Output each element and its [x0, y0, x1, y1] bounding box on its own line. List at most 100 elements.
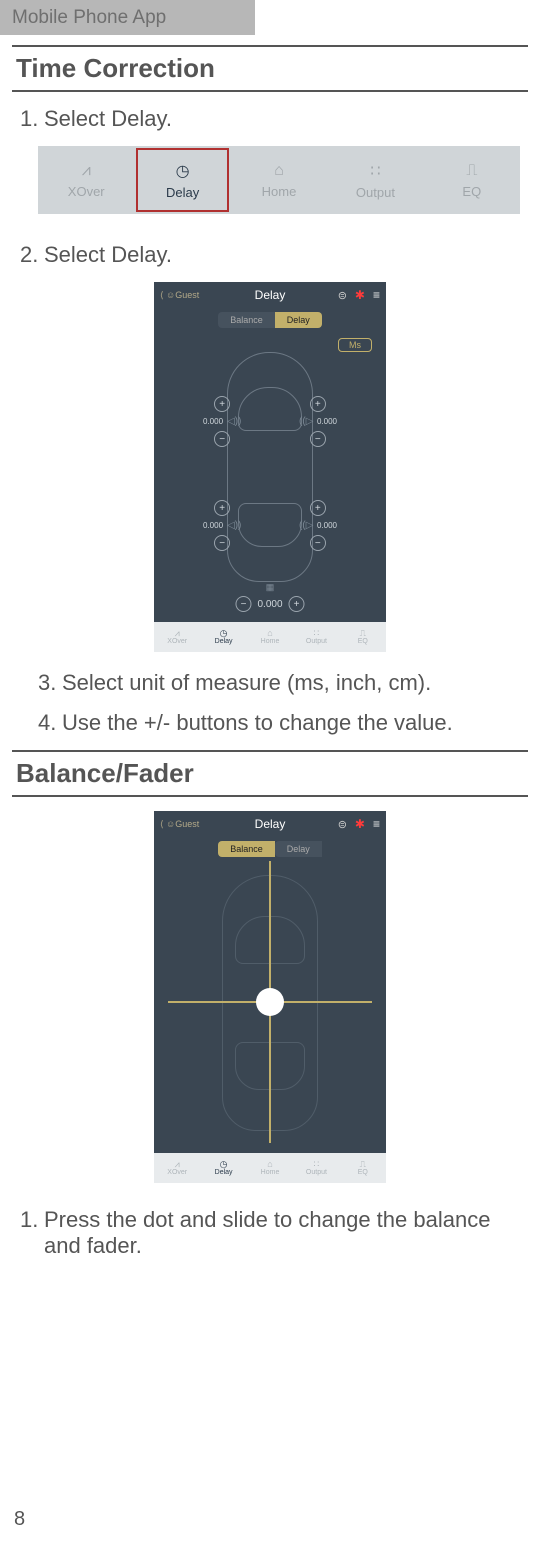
step-text: Select Delay. — [44, 242, 520, 268]
plus-button[interactable]: + — [214, 396, 230, 412]
pill-delay[interactable]: Delay — [275, 312, 322, 328]
speaker-icon: ◁)) — [227, 416, 241, 427]
tab-label: Output — [356, 185, 395, 200]
pill-delay[interactable]: Delay — [275, 841, 322, 857]
minus-button[interactable]: − — [310, 431, 326, 447]
waveform-icon: ⩘ — [175, 1160, 180, 1169]
speaker-icon: ◁)) — [227, 520, 241, 531]
step-text: Press the dot and slide to change the ba… — [44, 1207, 520, 1259]
speaker-rear-right: + ◁)) 0.000 − — [299, 500, 337, 551]
balance-fader-pad[interactable] — [168, 861, 372, 1143]
nav-label: Home — [261, 638, 280, 645]
nav-delay[interactable]: ◷Delay — [200, 622, 246, 652]
sliders-icon: ⎍ — [466, 162, 477, 180]
unit-button[interactable]: Ms — [338, 338, 372, 352]
tab-delay[interactable]: ◷ Delay — [134, 146, 230, 214]
step-text: Select Delay. — [44, 106, 520, 132]
nav-delay[interactable]: ◷Delay — [200, 1153, 246, 1183]
minus-button[interactable]: − — [235, 596, 251, 612]
waveform-icon: ⩘ — [82, 162, 91, 180]
speaker-icon: ◁)) — [299, 416, 313, 427]
back-button[interactable]: ⟨ ☺ Guest — [160, 290, 199, 301]
globe-icon[interactable]: ⊜ — [338, 818, 347, 831]
step-balance-1: 1. Press the dot and slide to change the… — [20, 1207, 520, 1259]
app-bottom-nav: ⩘XOver ◷Delay ⌂Home ∷Output ⎍EQ — [154, 1153, 386, 1183]
delay-value: 0.000 — [203, 417, 223, 426]
car-diagram-area: + 0.000 ◁)) − + ◁)) 0.000 − + 0.000 ◁)) … — [205, 352, 335, 612]
pill-balance[interactable]: Balance — [218, 841, 275, 857]
speaker-front-right: + ◁)) 0.000 − — [299, 396, 337, 447]
nav-xover[interactable]: ⩘XOver — [154, 1153, 200, 1183]
app-title: Delay — [255, 817, 286, 831]
nav-label: Output — [306, 638, 327, 645]
home-icon: ⌂ — [267, 1160, 272, 1169]
nav-xover[interactable]: ⩘XOver — [154, 622, 200, 652]
tab-eq[interactable]: ⎍ EQ — [424, 146, 520, 214]
section-title-balance-fader: Balance/Fader — [12, 750, 528, 797]
tab-output[interactable]: ∷ Output — [327, 146, 423, 214]
step-number: 3. — [38, 670, 62, 696]
bluetooth-icon[interactable]: ✱ — [355, 288, 365, 302]
bluetooth-icon[interactable]: ✱ — [355, 817, 365, 831]
pill-balance[interactable]: Balance — [218, 312, 275, 328]
delay-value: 0.000 — [257, 599, 282, 610]
minus-button[interactable]: − — [310, 535, 326, 551]
grid-icon: ∷ — [314, 1160, 320, 1169]
nav-label: EQ — [358, 638, 368, 645]
nav-output[interactable]: ∷Output — [293, 622, 339, 652]
globe-icon[interactable]: ⊜ — [338, 289, 347, 302]
tab-xover[interactable]: ⩘ XOver — [38, 146, 134, 214]
tab-label: Delay — [166, 185, 199, 200]
step-number: 4. — [38, 710, 62, 736]
balance-delay-toggle: Balance Delay — [154, 312, 386, 328]
plus-button[interactable]: + — [310, 396, 326, 412]
nav-home[interactable]: ⌂Home — [247, 622, 293, 652]
plus-button[interactable]: + — [214, 500, 230, 516]
step-number: 2. — [20, 242, 44, 268]
clock-icon: ◷ — [176, 161, 190, 181]
grid-icon: ∷ — [370, 161, 380, 181]
speaker-icon: ◁)) — [299, 520, 313, 531]
nav-label: XOver — [167, 1169, 187, 1176]
speaker-subwoofer: ▦ − 0.000 + — [235, 596, 304, 612]
tab-label: EQ — [462, 184, 481, 199]
app-bottom-nav: ⩘XOver ◷Delay ⌂Home ∷Output ⎍EQ — [154, 622, 386, 652]
user-label: Guest — [175, 819, 199, 829]
speaker-rear-left: + 0.000 ◁)) − — [203, 500, 241, 551]
section-title-time-correction: Time Correction — [12, 45, 528, 92]
plus-button[interactable]: + — [310, 500, 326, 516]
app-screenshot-balance: ⟨ ☺ Guest Delay ⊜ ✱ ≡ Balance Delay ⩘XOv… — [154, 811, 386, 1183]
clock-icon: ◷ — [220, 629, 228, 638]
step-text: Select unit of measure (ms, inch, cm). — [62, 670, 520, 696]
delay-value: 0.000 — [317, 417, 337, 426]
step-text: Use the +/- buttons to change the value. — [62, 710, 520, 736]
nav-eq[interactable]: ⎍EQ — [340, 1153, 386, 1183]
nav-eq[interactable]: ⎍EQ — [340, 622, 386, 652]
minus-button[interactable]: − — [214, 431, 230, 447]
nav-label: XOver — [167, 638, 187, 645]
app-screenshot-delay: ⟨ ☺ Guest Delay ⊜ ✱ ≡ Balance Delay Ms +… — [154, 282, 386, 652]
back-button[interactable]: ⟨ ☺ Guest — [160, 819, 199, 830]
delay-value: 0.000 — [317, 521, 337, 530]
tab-label: XOver — [68, 184, 105, 199]
nav-label: Delay — [215, 638, 233, 645]
step-number: 1. — [20, 1207, 44, 1259]
menu-icon[interactable]: ≡ — [373, 817, 380, 831]
menu-icon[interactable]: ≡ — [373, 288, 380, 302]
nav-label: Delay — [215, 1169, 233, 1176]
nav-home[interactable]: ⌂Home — [247, 1153, 293, 1183]
app-title: Delay — [255, 288, 286, 302]
nav-output[interactable]: ∷Output — [293, 1153, 339, 1183]
minus-button[interactable]: − — [214, 535, 230, 551]
nav-label: Home — [261, 1169, 280, 1176]
balance-dot[interactable] — [256, 988, 284, 1016]
home-icon: ⌂ — [274, 162, 284, 180]
step-3: 3. Select unit of measure (ms, inch, cm)… — [38, 670, 520, 696]
plus-button[interactable]: + — [289, 596, 305, 612]
nav-label: EQ — [358, 1169, 368, 1176]
user-icon: ⟨ ☺ — [160, 819, 175, 830]
waveform-icon: ⩘ — [175, 629, 180, 638]
tab-home[interactable]: ⌂ Home — [231, 146, 327, 214]
step-2: 2. Select Delay. — [20, 242, 520, 268]
app-header: ⟨ ☺ Guest Delay ⊜ ✱ ≡ — [154, 282, 386, 308]
